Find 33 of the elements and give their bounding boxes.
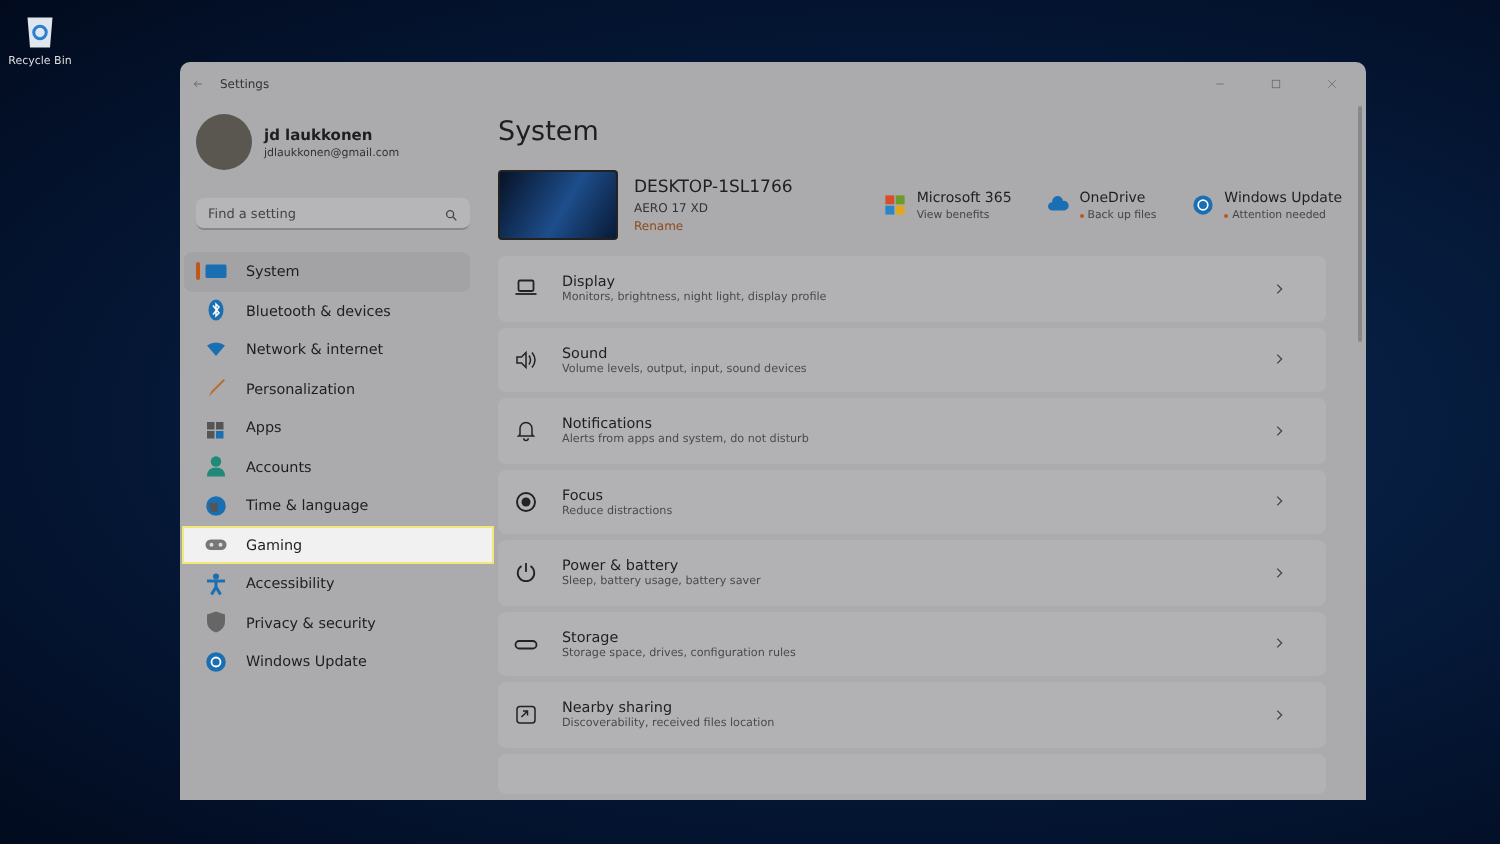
bluetooth-icon (204, 298, 228, 323)
share-icon (514, 702, 538, 727)
chevron-right-icon (1272, 352, 1286, 367)
chevron-right-icon (1272, 494, 1286, 509)
back-arrow-icon (192, 78, 204, 90)
chevron-right-icon (1272, 565, 1286, 580)
accessibility-icon (204, 571, 228, 596)
chevron-right-icon (1272, 707, 1286, 722)
chevron-right-icon (1272, 423, 1286, 438)
close-icon (1326, 78, 1338, 90)
search-icon (444, 207, 458, 221)
avatar (196, 114, 252, 170)
speaker-icon (514, 347, 538, 372)
chevron-right-icon (1272, 636, 1286, 651)
sync-icon (1192, 194, 1215, 216)
sync-icon (204, 649, 228, 674)
brush-icon (204, 376, 228, 401)
four-squares-icon (884, 194, 907, 216)
focus-icon (514, 489, 538, 514)
cloud-icon (1047, 194, 1070, 216)
maximize-icon (1270, 78, 1282, 90)
bell-icon (514, 418, 538, 443)
person-icon (204, 454, 228, 479)
chevron-right-icon (1272, 281, 1286, 296)
shield-icon (204, 610, 228, 635)
device-name: DESKTOP-1SL1766 (634, 177, 795, 197)
monitor-icon (204, 259, 228, 284)
desktop-thumbnail (498, 170, 618, 240)
scrollbar[interactable] (1358, 106, 1362, 342)
laptop-icon (514, 276, 538, 301)
page-title: System (498, 116, 601, 148)
minimize-icon (1214, 78, 1226, 90)
power-icon (514, 560, 538, 585)
